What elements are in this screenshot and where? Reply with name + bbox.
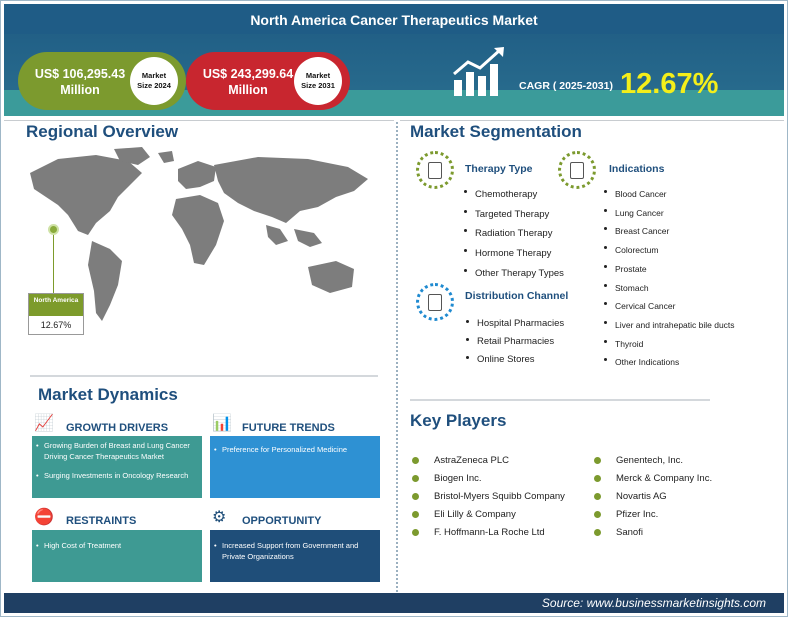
list-item: Radiation Therapy (463, 224, 564, 244)
list-item: Growing Burden of Breast and Lung Cancer… (32, 440, 202, 462)
distribution-channel-icon (416, 283, 454, 321)
therapy-type-list: Chemotherapy Targeted Therapy Radiation … (463, 185, 564, 284)
market-size-2024-badge: Market Size 2024 (130, 57, 178, 105)
north-america-callout: North America 12.67% (28, 293, 84, 335)
footer-bar: Source: www.businessmarketinsights.com (4, 593, 784, 613)
list-item: Sanofi (594, 524, 712, 542)
list-item: AstraZeneca PLC (412, 452, 565, 470)
market-size-2024-pill: US$ 106,295.43 Million Market Size 2024 (18, 52, 186, 110)
list-item: Eli Lilly & Company (412, 506, 565, 524)
list-item: Preference for Personalized Medicine (210, 444, 380, 455)
divider (410, 399, 710, 401)
list-item: High Cost of Treatment (32, 540, 202, 551)
list-item: Other Indications (603, 353, 735, 372)
list-item: Pfizer Inc. (594, 506, 712, 524)
market-dynamics-title: Market Dynamics (38, 385, 178, 404)
indications-heading: Indications (609, 163, 665, 175)
list-item: Retail Pharmacies (465, 333, 564, 351)
distribution-channel-heading: Distribution Channel (465, 290, 569, 302)
list-item: Bristol-Myers Squibb Company (412, 488, 565, 506)
restraints-heading: RESTRAINTS (66, 515, 137, 527)
list-item: Other Therapy Types (463, 264, 564, 284)
list-item: Novartis AG (594, 488, 712, 506)
badge-line2: Size 2031 (301, 81, 335, 90)
list-item: Thyroid (603, 335, 735, 354)
opportunity-heading: OPPORTUNITY (242, 515, 322, 527)
indications-icon (558, 151, 596, 189)
future-trends-icon: 📊 (212, 415, 232, 432)
list-item: Cervical Cancer (603, 297, 735, 316)
list-item: Increased Support from Government and Pr… (210, 540, 380, 562)
market-size-2024-value: US$ 106,295.43 (34, 67, 126, 81)
key-players-left-list: AstraZeneca PLC Biogen Inc. Bristol-Myer… (412, 452, 565, 542)
list-item: Targeted Therapy (463, 205, 564, 225)
list-item: Biogen Inc. (412, 470, 565, 488)
market-size-2024-unit: Million (60, 83, 100, 97)
badge-line2: Size 2024 (137, 81, 171, 90)
therapy-type-icon (416, 151, 454, 189)
list-item: Lung Cancer (603, 204, 735, 223)
growth-chart-icon (453, 47, 504, 96)
list-item: F. Hoffmann-La Roche Ltd (412, 524, 565, 542)
cagr-value: 12.67% (620, 68, 719, 100)
market-segmentation-title: Market Segmentation (410, 122, 582, 141)
therapy-type-heading: Therapy Type (465, 163, 533, 175)
vertical-divider (396, 122, 398, 592)
market-size-2031-pill: US$ 243,299.64 Million Market Size 2031 (186, 52, 350, 110)
badge-line1: Market (141, 71, 167, 80)
growth-drivers-box: Growing Burden of Breast and Lung Cancer… (32, 436, 202, 498)
regional-overview-title: Regional Overview (26, 122, 179, 141)
future-trends-box: Preference for Personalized Medicine (210, 436, 380, 498)
distribution-channel-list: Hospital Pharmacies Retail Pharmacies On… (465, 315, 564, 369)
list-item: Liver and intrahepatic bile ducts (603, 316, 735, 335)
north-america-label: North America (29, 294, 83, 316)
market-size-2031-unit: Million (228, 83, 268, 97)
cagr-label: CAGR ( 2025-2031) (519, 80, 613, 92)
list-item: Surging Investments in Oncology Research (32, 470, 202, 481)
opportunity-gear-icon: ⚙ (212, 509, 227, 526)
market-size-2031-value: US$ 243,299.64 (202, 67, 294, 81)
future-trends-heading: FUTURE TRENDS (242, 422, 335, 434)
restraints-icon: ⛔ (34, 509, 54, 526)
list-item: Breast Cancer (603, 222, 735, 241)
list-item: Online Stores (465, 351, 564, 369)
page-title: North America Cancer Therapeutics Market (250, 12, 538, 28)
header-banner: North America Cancer Therapeutics Market… (4, 4, 784, 116)
opportunity-box: Increased Support from Government and Pr… (210, 530, 380, 582)
map-pin-line (53, 232, 54, 294)
list-item: Genentech, Inc. (594, 452, 712, 470)
list-item: Merck & Company Inc. (594, 470, 712, 488)
market-size-2031-badge: Market Size 2031 (294, 57, 342, 105)
divider (4, 120, 394, 121)
growth-drivers-icon: 📈 (34, 415, 54, 432)
key-players-right-list: Genentech, Inc. Merck & Company Inc. Nov… (594, 452, 712, 542)
north-america-value: 12.67% (40, 320, 72, 330)
source-link[interactable]: Source: www.businessmarketinsights.com (542, 596, 766, 610)
list-item: Hormone Therapy (463, 244, 564, 264)
badge-line1: Market (305, 71, 331, 80)
list-item: Prostate (603, 260, 735, 279)
growth-drivers-heading: GROWTH DRIVERS (66, 422, 169, 434)
indications-list: Blood Cancer Lung Cancer Breast Cancer C… (603, 185, 735, 372)
map-pin-dot (48, 224, 59, 235)
divider (30, 375, 378, 377)
list-item: Chemotherapy (463, 185, 564, 205)
list-item: Hospital Pharmacies (465, 315, 564, 333)
list-item: Blood Cancer (603, 185, 735, 204)
list-item: Stomach (603, 279, 735, 298)
list-item: Colorectum (603, 241, 735, 260)
key-players-title: Key Players (410, 411, 507, 430)
divider (400, 120, 784, 121)
restraints-box: High Cost of Treatment (32, 530, 202, 582)
